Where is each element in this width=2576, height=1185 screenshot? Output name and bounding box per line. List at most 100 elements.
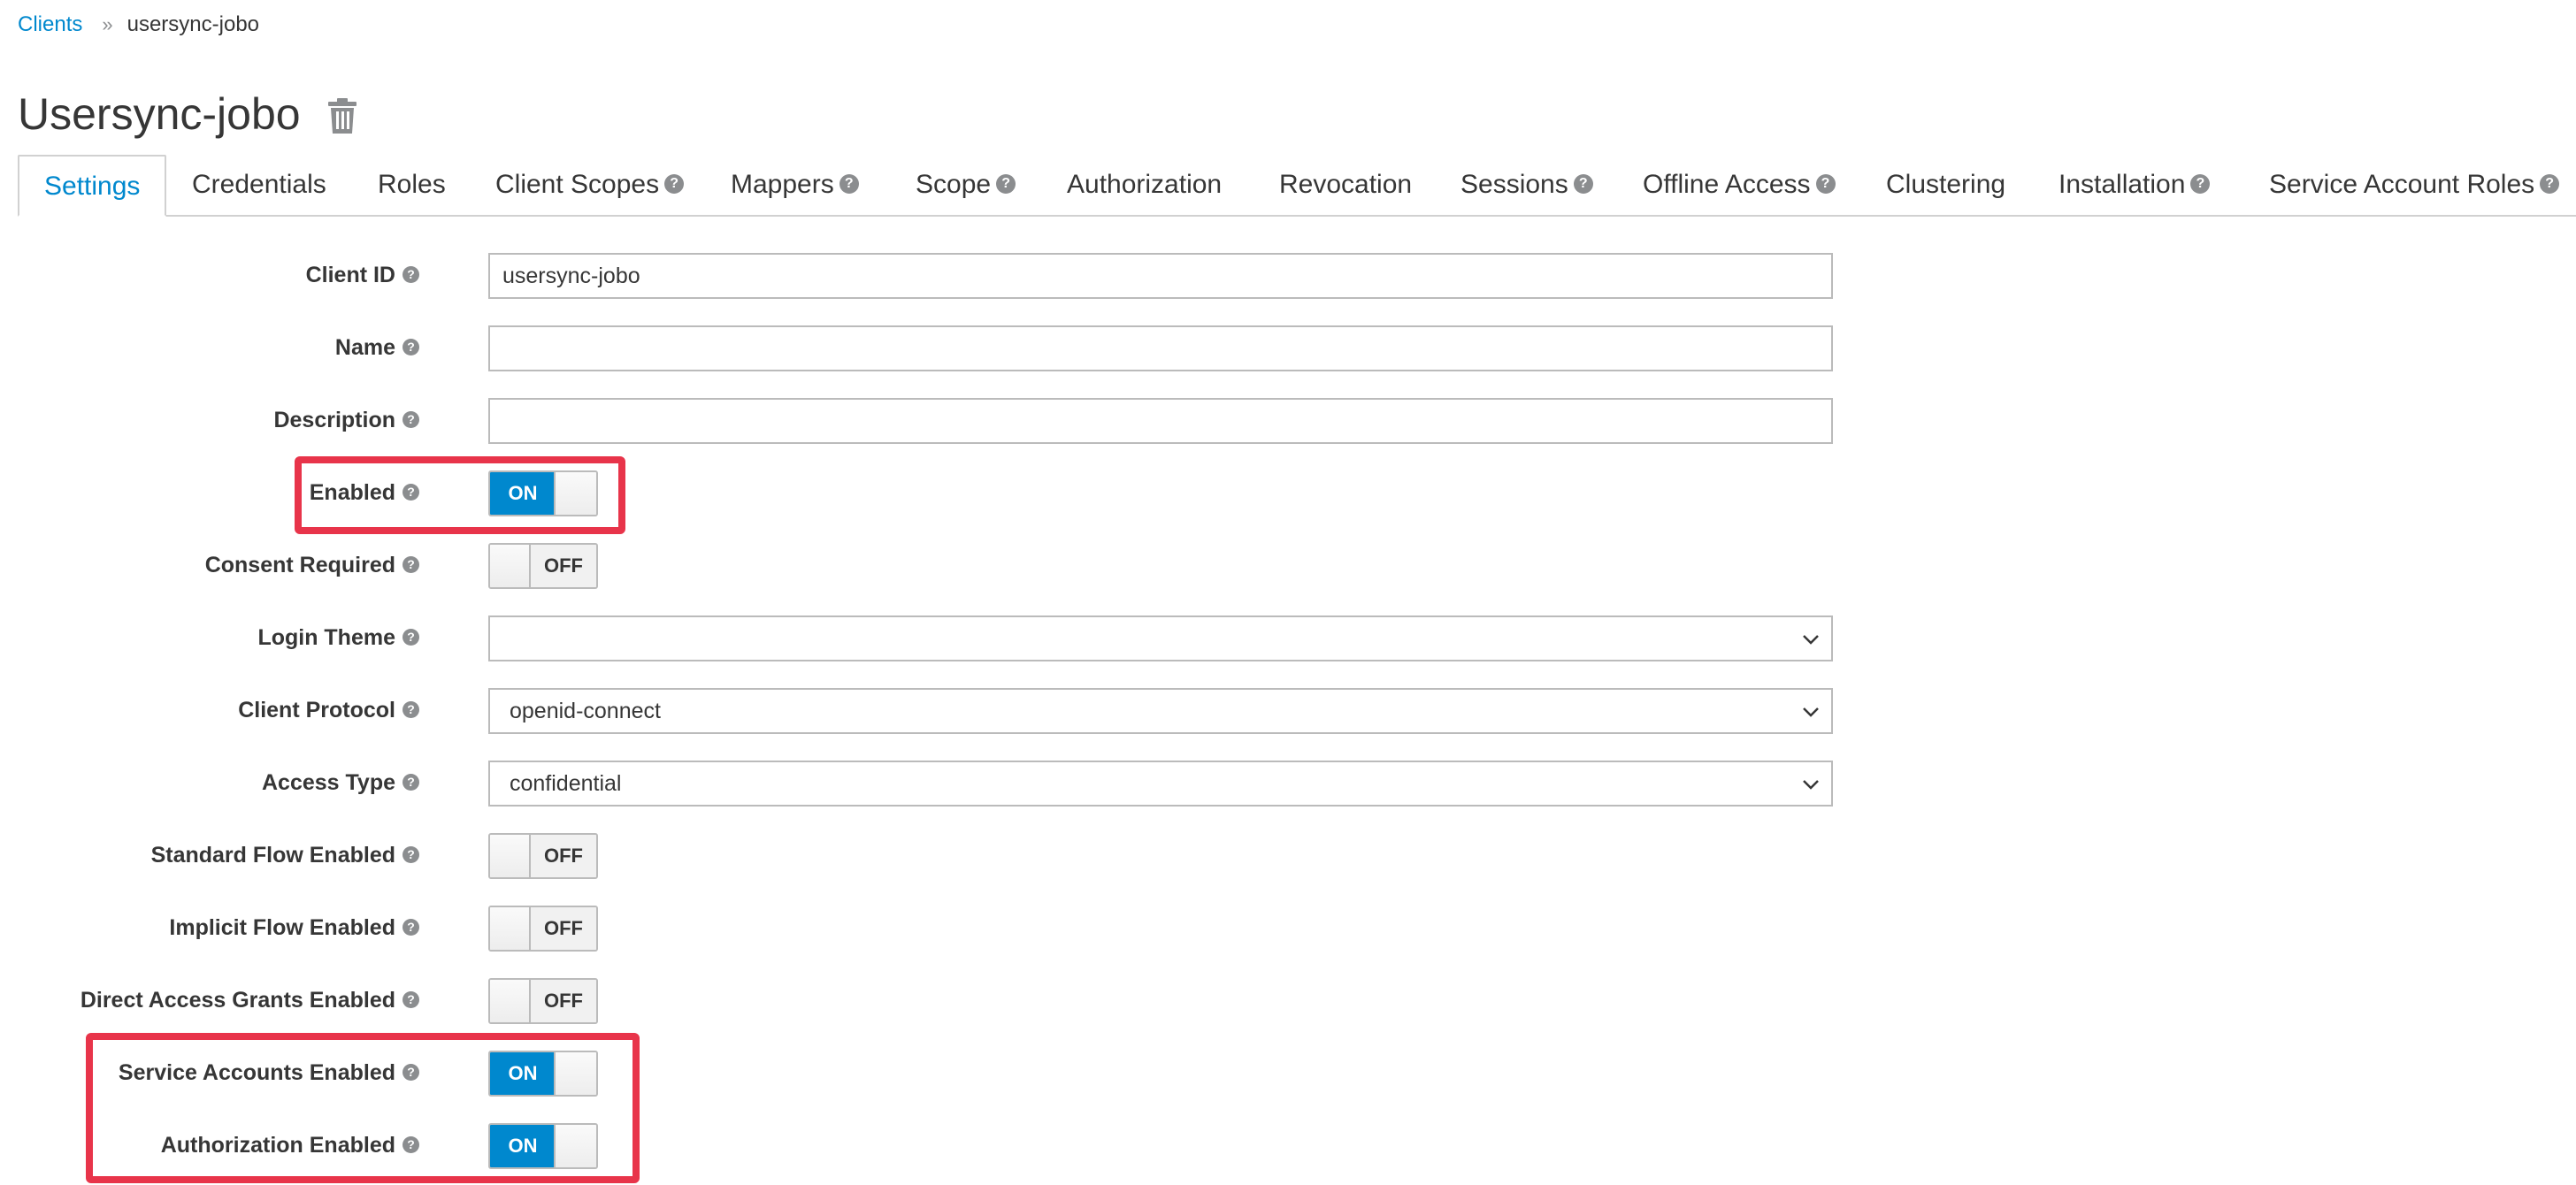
help-icon[interactable]: ?: [402, 845, 419, 863]
tab-label: Roles: [378, 170, 446, 199]
help-icon: ?: [2190, 174, 2211, 195]
client-id-input[interactable]: usersync-jobo: [488, 253, 1833, 299]
help-icon[interactable]: ?: [402, 773, 419, 791]
enabled-row: Enabled? ON: [0, 466, 1858, 519]
select-value: confidential: [510, 771, 622, 796]
tab-sessions[interactable]: Sessions?: [1460, 155, 1593, 215]
implicit-flow-toggle[interactable]: OFF: [488, 906, 598, 952]
description-label: Description?: [273, 394, 419, 447]
help-icon[interactable]: ?: [402, 1135, 419, 1153]
tab-authorization[interactable]: Authorization: [1067, 155, 1222, 215]
help-icon[interactable]: ?: [402, 338, 419, 356]
help-icon[interactable]: ?: [402, 483, 419, 501]
help-icon: ?: [664, 174, 685, 195]
help-icon[interactable]: ?: [402, 410, 419, 428]
service-accounts-label: Service Accounts Enabled?: [119, 1046, 419, 1099]
label-text: Consent Required: [204, 553, 395, 577]
consent-required-row: Consent Required? OFF: [0, 539, 1858, 592]
service-accounts-toggle[interactable]: ON: [488, 1051, 598, 1097]
access-type-select[interactable]: confidential: [488, 761, 1833, 807]
breadcrumb-clients-link[interactable]: Clients: [18, 12, 82, 37]
direct-access-label: Direct Access Grants Enabled?: [80, 974, 419, 1027]
name-label: Name?: [335, 321, 419, 374]
tab-label: Client Scopes: [495, 170, 660, 199]
consent-required-label: Consent Required?: [205, 539, 419, 592]
authorization-label: Authorization Enabled?: [161, 1119, 419, 1172]
label-text: Description: [273, 408, 395, 432]
description-input[interactable]: [488, 398, 1833, 444]
help-icon[interactable]: ?: [402, 628, 419, 646]
tab-client-scopes[interactable]: Client Scopes?: [495, 155, 685, 215]
toggle-state: OFF: [529, 835, 596, 877]
breadcrumb-current: usersync-jobo: [126, 12, 260, 36]
help-icon[interactable]: ?: [402, 918, 419, 936]
label-text: Login Theme: [257, 625, 395, 650]
help-icon[interactable]: ?: [402, 700, 419, 718]
toggle-state: OFF: [529, 545, 596, 587]
toggle-knob: [490, 980, 531, 1022]
label-text: Access Type: [261, 770, 395, 795]
tab-label: Credentials: [192, 170, 326, 199]
enabled-label: Enabled?: [310, 466, 419, 519]
tab-roles[interactable]: Roles: [378, 155, 446, 215]
login-theme-row: Login Theme?: [0, 611, 1858, 664]
chevron-down-icon: [1803, 707, 1819, 717]
toggle-knob: [490, 835, 531, 877]
tab-scope[interactable]: Scope?: [916, 155, 1016, 215]
help-icon[interactable]: ?: [402, 990, 419, 1008]
help-icon[interactable]: ?: [402, 555, 419, 573]
toggle-state: OFF: [529, 907, 596, 950]
tab-label: Mappers: [731, 170, 834, 199]
tab-offline-access[interactable]: Offline Access?: [1643, 155, 1836, 215]
label-text: Client ID: [305, 263, 395, 287]
enabled-toggle[interactable]: ON: [488, 470, 598, 516]
tab-label: Offline Access: [1643, 170, 1811, 199]
breadcrumb: Clients » usersync-jobo: [18, 7, 259, 42]
name-input[interactable]: [488, 325, 1833, 371]
login-theme-select[interactable]: [488, 615, 1833, 661]
tab-label: Clustering: [1886, 170, 2006, 199]
tab-installation[interactable]: Installation?: [2058, 155, 2211, 215]
label-text: Service Accounts Enabled: [118, 1060, 395, 1085]
access-type-label: Access Type?: [262, 756, 419, 809]
implicit-flow-label: Implicit Flow Enabled?: [169, 901, 419, 954]
help-icon[interactable]: ?: [402, 265, 419, 283]
breadcrumb-separator: »: [102, 13, 113, 35]
access-type-row: Access Type? confidential: [0, 756, 1858, 809]
implicit-flow-row: Implicit Flow Enabled? OFF: [0, 901, 1858, 954]
page-title: Usersync-jobo: [18, 89, 301, 139]
tab-label: Sessions: [1460, 170, 1568, 199]
client-protocol-label: Client Protocol?: [238, 684, 419, 737]
label-text: Authorization Enabled: [160, 1133, 395, 1158]
standard-flow-toggle[interactable]: OFF: [488, 833, 598, 879]
tab-label: Settings: [44, 172, 141, 201]
help-icon: ?: [839, 174, 859, 195]
consent-required-toggle[interactable]: OFF: [488, 543, 598, 589]
title-row: Usersync-jobo: [18, 83, 357, 145]
tab-clustering[interactable]: Clustering: [1886, 155, 2005, 215]
toggle-knob: [554, 1125, 596, 1167]
select-value: openid-connect: [510, 699, 661, 723]
tab-label: Installation: [2058, 170, 2186, 199]
tab-label: Authorization: [1067, 170, 1223, 199]
tab-label: Scope: [916, 170, 992, 199]
tab-settings[interactable]: Settings: [18, 155, 167, 217]
toggle-state: ON: [490, 1125, 556, 1167]
tab-service-account-roles[interactable]: Service Account Roles?: [2269, 155, 2560, 215]
help-icon[interactable]: ?: [402, 1063, 419, 1081]
direct-access-row: Direct Access Grants Enabled? OFF: [0, 974, 1858, 1027]
tab-revocation[interactable]: Revocation: [1279, 155, 1412, 215]
client-id-label: Client ID?: [306, 248, 419, 302]
label-text: Direct Access Grants Enabled: [80, 988, 395, 1013]
toggle-knob: [490, 907, 531, 950]
direct-access-toggle[interactable]: OFF: [488, 978, 598, 1024]
chevron-down-icon: [1803, 780, 1819, 790]
standard-flow-row: Standard Flow Enabled? OFF: [0, 829, 1858, 882]
label-text: Client Protocol: [238, 698, 395, 722]
authorization-toggle[interactable]: ON: [488, 1123, 598, 1169]
tab-mappers[interactable]: Mappers?: [731, 155, 859, 215]
authorization-row: Authorization Enabled? ON: [0, 1119, 1858, 1172]
client-protocol-select[interactable]: openid-connect: [488, 688, 1833, 734]
tab-credentials[interactable]: Credentials: [192, 155, 326, 215]
trash-icon[interactable]: [327, 98, 357, 134]
